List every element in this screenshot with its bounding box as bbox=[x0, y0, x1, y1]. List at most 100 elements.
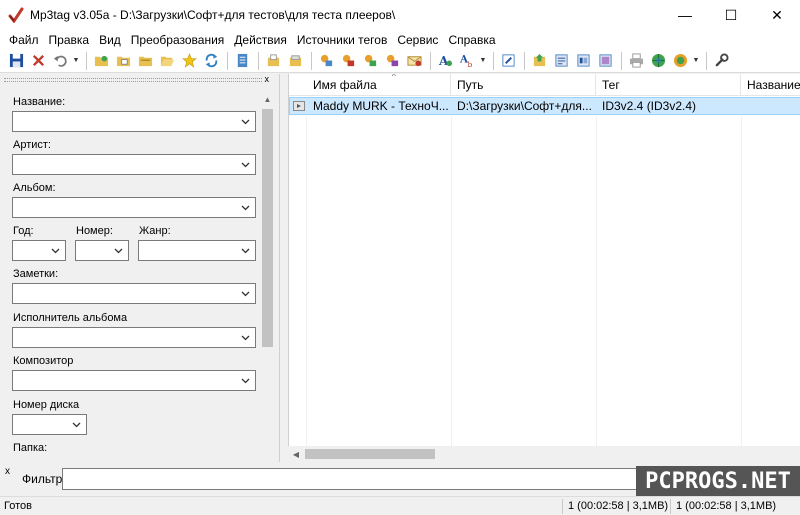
autonumber-button[interactable] bbox=[404, 51, 424, 71]
undo-button[interactable] bbox=[50, 51, 70, 71]
minimize-button[interactable]: — bbox=[662, 0, 708, 30]
maximize-button[interactable]: ☐ bbox=[708, 0, 754, 30]
options-button[interactable] bbox=[711, 51, 731, 71]
chevron-down-icon[interactable] bbox=[240, 288, 251, 299]
filename-tag-button[interactable] bbox=[338, 51, 358, 71]
web-sources-button[interactable] bbox=[648, 51, 668, 71]
track-field[interactable] bbox=[75, 240, 129, 261]
letter-a-icon: A bbox=[438, 54, 452, 68]
chevron-down-icon[interactable] bbox=[240, 202, 251, 213]
toolbar-separator bbox=[621, 51, 622, 70]
copy-tag-button[interactable] bbox=[263, 51, 283, 71]
column-filename[interactable]: Имя файла ^ bbox=[306, 74, 451, 96]
chevron-down-icon[interactable] bbox=[240, 245, 251, 256]
audio-file-icon bbox=[293, 101, 305, 111]
list-button[interactable] bbox=[573, 51, 593, 71]
playlist-button[interactable] bbox=[551, 51, 571, 71]
panel-close-icon[interactable]: x bbox=[265, 74, 270, 84]
toolbar-separator bbox=[86, 51, 87, 70]
folder-paste-icon bbox=[289, 55, 301, 67]
add-directory-button[interactable] bbox=[113, 51, 133, 71]
toolbar-separator bbox=[706, 51, 707, 70]
filter-close-icon[interactable]: x bbox=[5, 466, 10, 477]
album-field[interactable] bbox=[12, 197, 256, 218]
remove-tag-button[interactable] bbox=[28, 51, 48, 71]
tag-panel-toggle-button[interactable] bbox=[232, 51, 252, 71]
scrollbar-thumb[interactable] bbox=[262, 109, 273, 347]
open-folder-button[interactable] bbox=[157, 51, 177, 71]
folder-open-icon bbox=[160, 56, 174, 67]
title-field[interactable] bbox=[12, 111, 256, 132]
tag-sources-dropdown-chevron-icon[interactable]: ▼ bbox=[692, 51, 700, 71]
column-path[interactable]: Путь bbox=[451, 74, 596, 96]
column-divider bbox=[741, 116, 742, 446]
menu-edit[interactable]: Правка bbox=[44, 33, 95, 47]
svg-text:A: A bbox=[438, 54, 449, 68]
refresh-button[interactable] bbox=[201, 51, 221, 71]
menu-convert[interactable]: Преобразования bbox=[126, 33, 230, 47]
window-controls: — ☐ ✕ bbox=[662, 0, 800, 30]
red-x-icon bbox=[32, 54, 44, 67]
change-directory-button[interactable] bbox=[91, 51, 111, 71]
close-button[interactable]: ✕ bbox=[754, 0, 800, 30]
edit-pencil-icon bbox=[501, 54, 515, 67]
scrollbar-thumb[interactable] bbox=[305, 449, 435, 459]
text-file-tag-button[interactable] bbox=[360, 51, 380, 71]
undo-dropdown-chevron-icon[interactable]: ▼ bbox=[72, 51, 80, 71]
year-field[interactable] bbox=[12, 240, 66, 261]
menu-view[interactable]: Вид bbox=[94, 33, 126, 47]
album-artist-field[interactable] bbox=[12, 327, 256, 348]
composer-field[interactable] bbox=[12, 370, 256, 391]
disc-number-field[interactable] bbox=[12, 414, 87, 435]
tag-filename-button[interactable] bbox=[316, 51, 336, 71]
chevron-down-icon[interactable] bbox=[71, 419, 82, 430]
menu-help[interactable]: Справка bbox=[443, 33, 500, 47]
column-filename-label: Имя файла bbox=[313, 78, 377, 92]
panel-grip[interactable] bbox=[4, 76, 274, 84]
cell-tag: ID3v2.4 (ID3v2.4) bbox=[602, 99, 697, 113]
edit-button[interactable] bbox=[498, 51, 518, 71]
menu-tools[interactable]: Сервис bbox=[392, 33, 443, 47]
wrench-icon bbox=[715, 53, 729, 67]
file-list-horizontal-scrollbar[interactable]: ◀ bbox=[288, 446, 800, 462]
favorites-button[interactable] bbox=[179, 51, 199, 71]
chevron-down-icon[interactable] bbox=[240, 332, 251, 343]
tag-tag-button[interactable] bbox=[382, 51, 402, 71]
tag-sources-button[interactable] bbox=[670, 51, 690, 71]
save-button[interactable] bbox=[6, 51, 26, 71]
actions-dropdown-chevron-icon[interactable]: ▼ bbox=[479, 51, 487, 71]
refresh-icon bbox=[205, 53, 217, 68]
globe-icon bbox=[651, 53, 665, 68]
floppy-disk-icon bbox=[9, 53, 23, 68]
scroll-left-icon[interactable]: ◀ bbox=[288, 446, 304, 462]
genre-label: Жанр: bbox=[139, 225, 171, 237]
genre-field[interactable] bbox=[138, 240, 256, 261]
column-tag[interactable]: Тег bbox=[596, 74, 741, 96]
chevron-down-icon[interactable] bbox=[113, 245, 124, 256]
chevron-down-icon[interactable] bbox=[240, 116, 251, 127]
favorite-directory-button[interactable] bbox=[135, 51, 155, 71]
convert-filename-tag-icon bbox=[342, 54, 354, 67]
artist-field[interactable] bbox=[12, 154, 256, 175]
toolbar-separator bbox=[227, 51, 228, 70]
scroll-up-icon[interactable]: ▲ bbox=[260, 92, 275, 107]
menu-file[interactable]: Файл bbox=[4, 33, 44, 47]
print-button[interactable] bbox=[626, 51, 646, 71]
watermark: PCPROGS.NET bbox=[636, 466, 800, 496]
text-replace-button[interactable]: Ab bbox=[457, 51, 477, 71]
tag-panel-scrollbar[interactable]: ▲ bbox=[260, 92, 275, 462]
chevron-down-icon[interactable] bbox=[240, 375, 251, 386]
paste-tag-button[interactable] bbox=[285, 51, 305, 71]
export-button[interactable] bbox=[529, 51, 549, 71]
menu-actions[interactable]: Действия bbox=[229, 33, 292, 47]
undo-arrow-icon bbox=[53, 55, 67, 67]
column-title[interactable]: Название bbox=[741, 74, 800, 96]
case-conversion-button[interactable]: A bbox=[435, 51, 455, 71]
status-divider bbox=[562, 499, 563, 514]
chevron-down-icon[interactable] bbox=[240, 159, 251, 170]
comment-field[interactable] bbox=[12, 283, 256, 304]
cover-button[interactable] bbox=[595, 51, 615, 71]
table-row[interactable]: Maddy MURK - ТехноЧ... D:\Загрузки\Софт+… bbox=[289, 97, 800, 115]
chevron-down-icon[interactable] bbox=[50, 245, 61, 256]
menu-tag-sources[interactable]: Источники тегов bbox=[292, 33, 392, 47]
